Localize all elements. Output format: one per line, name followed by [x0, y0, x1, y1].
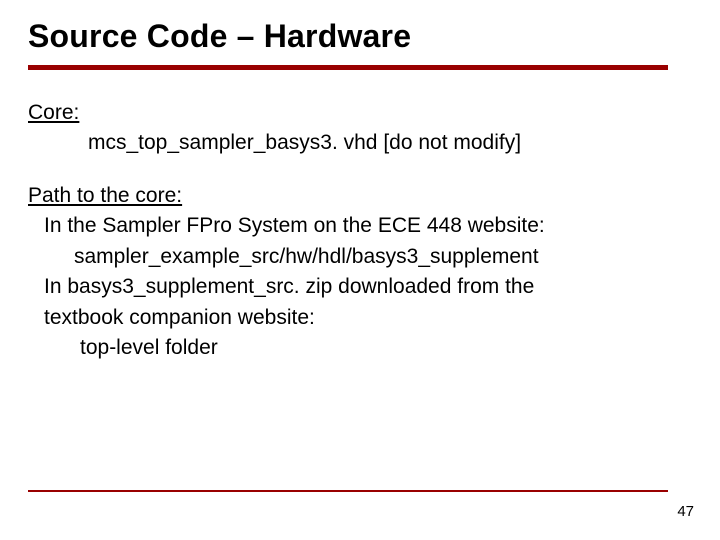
path-line-2-value: top-level folder — [28, 333, 692, 363]
slide-body: Core: mcs_top_sampler_basys3. vhd [do no… — [28, 98, 692, 364]
path-line-2a: In basys3_supplement_src. zip downloaded… — [28, 272, 692, 302]
spacer — [28, 159, 692, 181]
page-number: 47 — [677, 503, 694, 520]
path-line-1: In the Sampler FPro System on the ECE 44… — [28, 211, 692, 241]
footer-rule — [28, 490, 668, 492]
slide: Source Code – Hardware Core: mcs_top_sam… — [0, 0, 720, 540]
path-line-2b: textbook companion website: — [28, 303, 692, 333]
core-heading: Core: — [28, 98, 692, 128]
slide-title: Source Code – Hardware — [28, 18, 692, 55]
core-file: mcs_top_sampler_basys3. vhd [do not modi… — [28, 128, 692, 158]
title-rule — [28, 65, 668, 70]
path-line-1-value: sampler_example_src/hw/hdl/basys3_supple… — [28, 242, 692, 272]
path-heading: Path to the core: — [28, 181, 692, 211]
